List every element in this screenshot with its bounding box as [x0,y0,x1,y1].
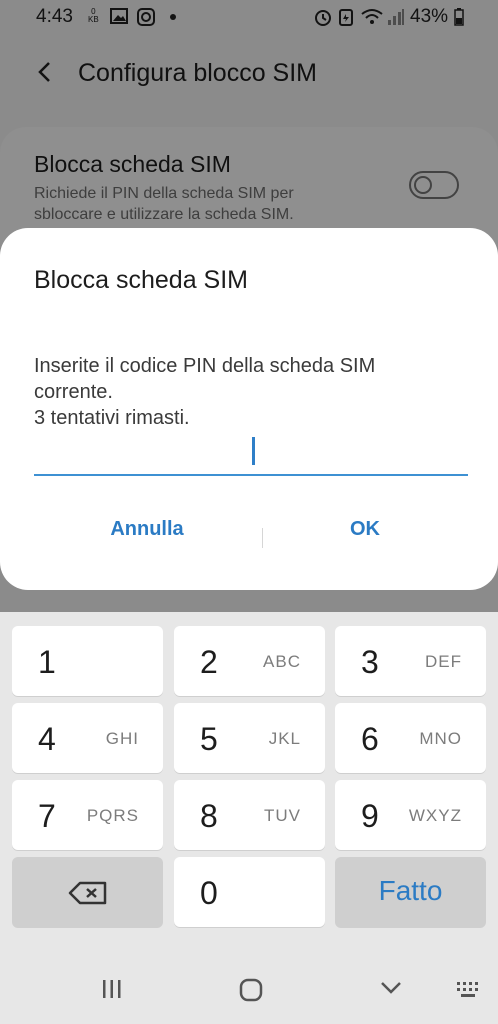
numeric-keypad: 1 2 ABC 3 DEF 4 GHI 5 JKL 6 MNO 7 PQRS 8 TUV 9W… [0,612,498,958]
button-divider [262,528,263,548]
attempts-remaining: 3 tentativi rimasti. [34,407,190,429]
ok-button[interactable]: OK [330,517,400,542]
done-key[interactable]: Fatto [335,857,486,927]
pin-input[interactable] [34,432,468,476]
key-7[interactable]: 7 PQRS [12,780,163,850]
message-line: corrente. [34,381,113,403]
key-0[interactable]: 0 [174,857,325,927]
key-1[interactable]: 1 [12,626,163,696]
home-icon[interactable] [239,978,263,1002]
key-8[interactable]: 8 TUV [174,780,325,850]
dialog-message: Inserite il codice PIN della scheda SIM … [34,353,375,431]
recent-apps-icon[interactable] [101,978,123,1000]
message-line: Inserite il codice PIN della scheda SIM [34,355,376,377]
navigation-bar [0,958,498,1024]
dialog-title: Blocca scheda SIM [34,266,248,294]
hide-keyboard-icon[interactable] [379,978,403,998]
sim-pin-dialog: Blocca scheda SIM Inserite il codice PIN… [0,228,498,590]
key-3[interactable]: 3 DEF [335,626,486,696]
key-2[interactable]: 2 ABC [174,626,325,696]
text-cursor [252,437,255,465]
cancel-button[interactable]: Annulla [96,517,198,542]
key-5[interactable]: 5 JKL [174,703,325,773]
key-9[interactable]: 9 WXYZ [335,780,486,850]
keyboard-switch-icon[interactable] [457,982,483,998]
backspace-icon [68,881,107,905]
key-4[interactable]: 4 GHI [12,703,163,773]
key-6[interactable]: 6 MNO [335,703,486,773]
backspace-key[interactable] [12,857,163,927]
